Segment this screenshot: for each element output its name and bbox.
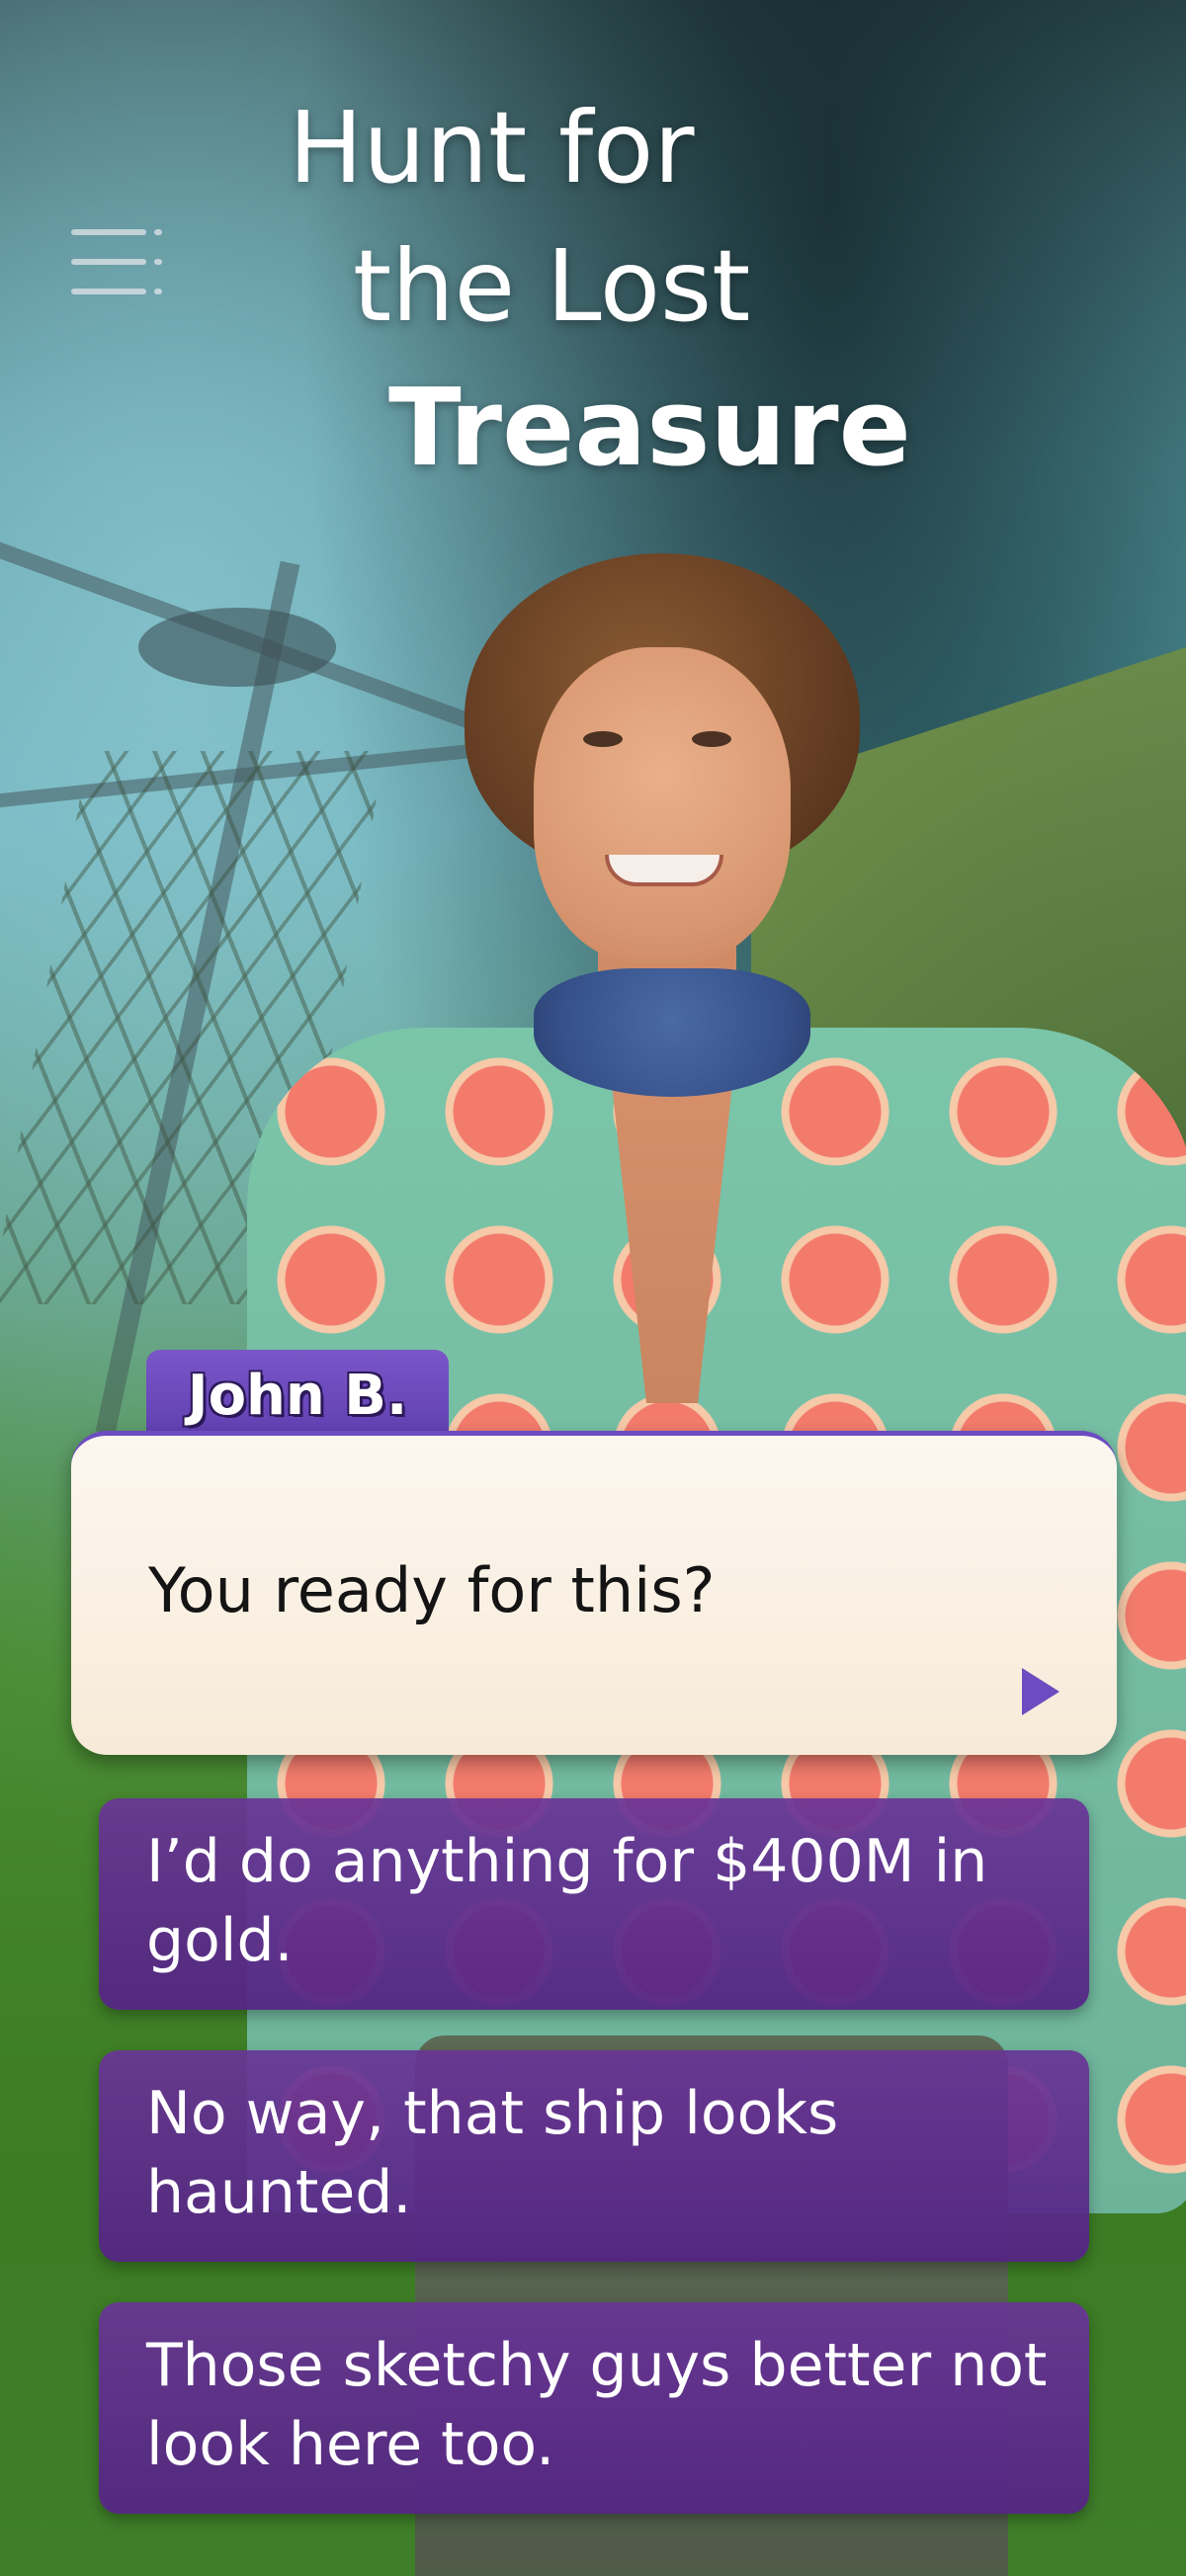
title-line-2: the Lost [353, 228, 751, 344]
dialogue-box[interactable]: You ready for this? [71, 1431, 1117, 1755]
speaker-name: John B. [187, 1363, 408, 1428]
choice-label: No way, that ship looks haunted. [146, 2079, 839, 2227]
choice-button[interactable]: No way, that ship looks haunted. [99, 2050, 1089, 2262]
character-eye [583, 731, 623, 747]
character-eye [692, 731, 731, 747]
character-bandana [534, 968, 810, 1097]
choice-label: Those sketchy guys better not look here … [146, 2331, 1048, 2479]
hamburger-menu-icon[interactable] [71, 229, 162, 296]
choice-button[interactable]: I’d do anything for $400M in gold. [99, 1798, 1089, 2010]
title-line-3: Treasure [388, 367, 911, 490]
choice-label: I’d do anything for $400M in gold. [146, 1827, 988, 1975]
character-smile [605, 855, 723, 886]
character-face [534, 647, 791, 963]
choice-button[interactable]: Those sketchy guys better not look here … [99, 2302, 1089, 2514]
speaker-name-tag: John B. [146, 1350, 449, 1441]
dialogue-text: You ready for this? [148, 1554, 716, 1626]
title-line-1: Hunt for [289, 90, 695, 206]
play-triangle-icon[interactable] [1022, 1668, 1059, 1715]
